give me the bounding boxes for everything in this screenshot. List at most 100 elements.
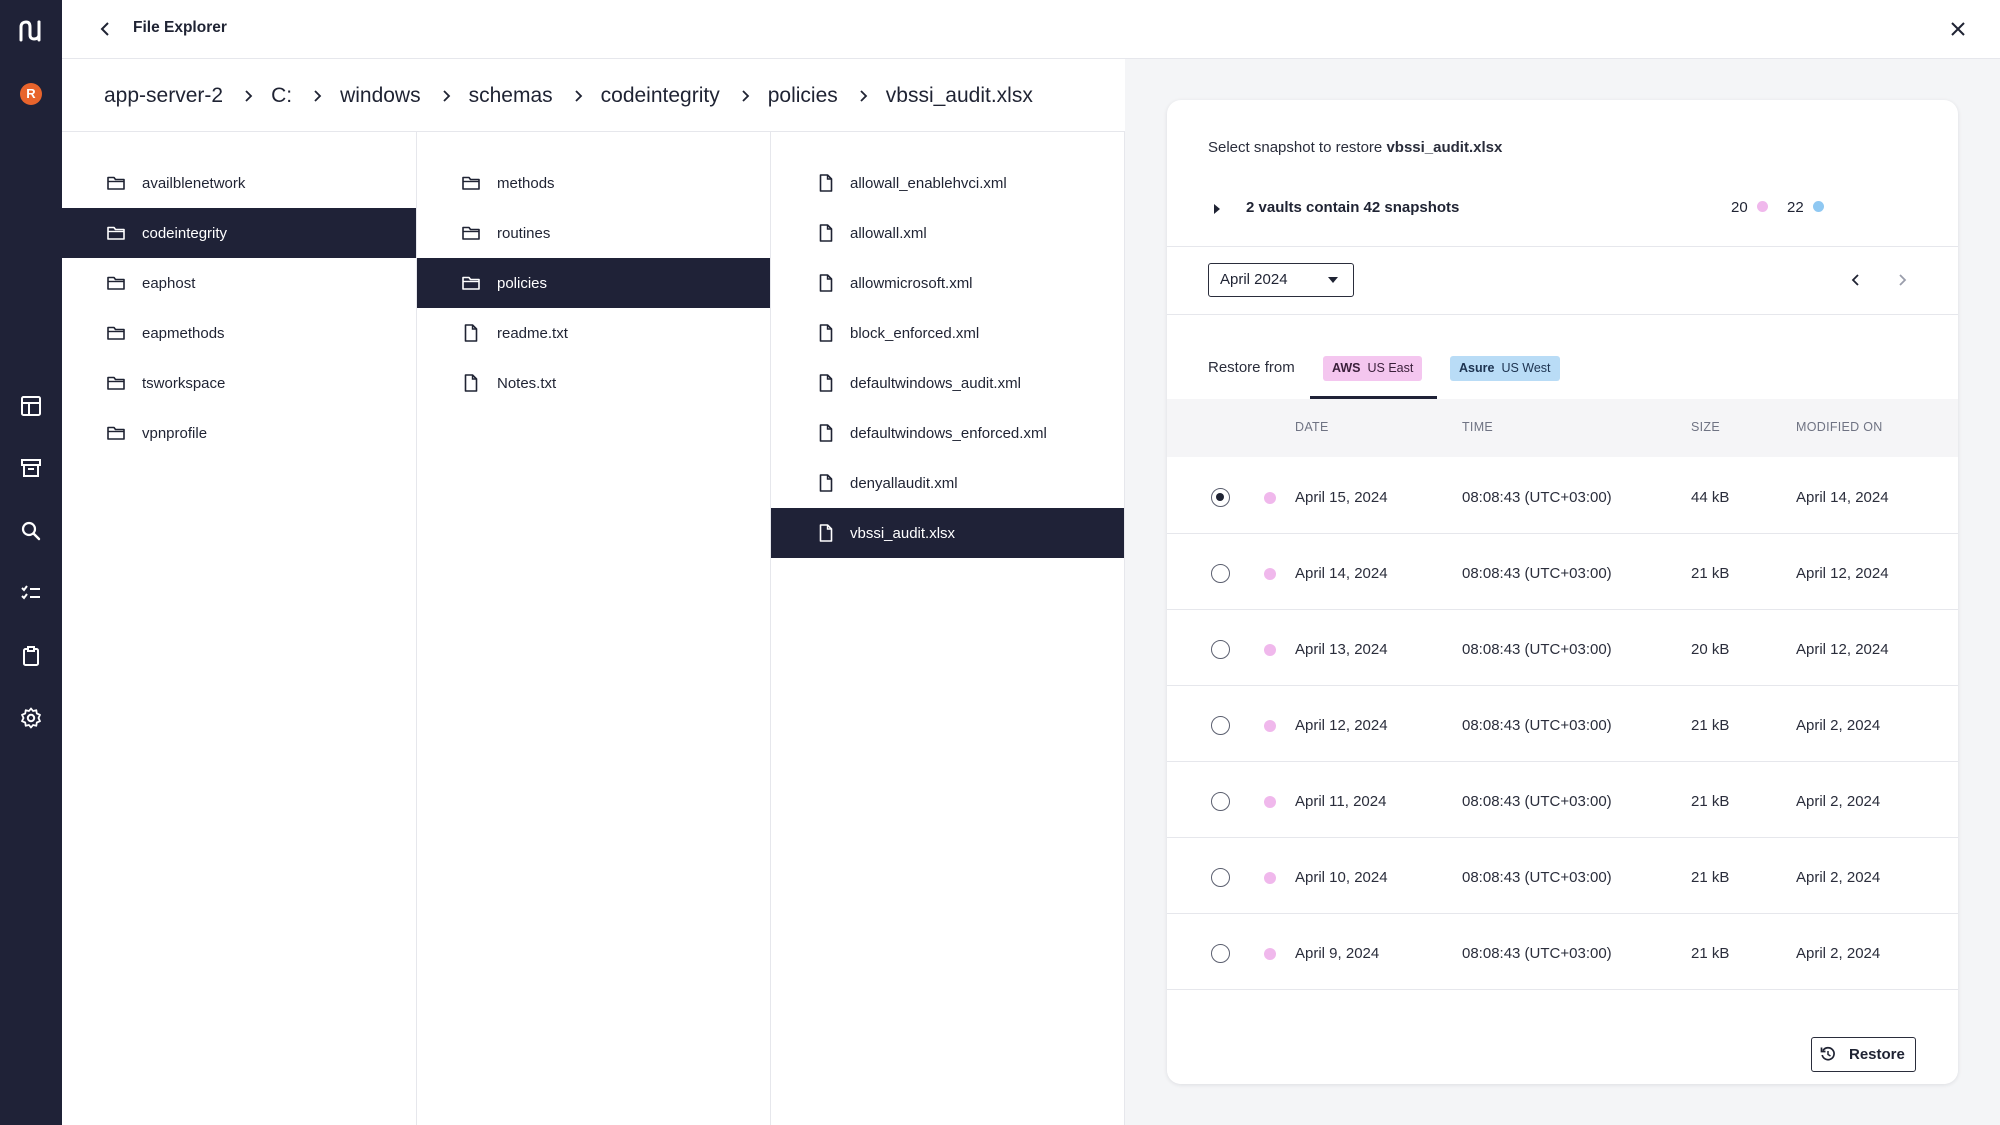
table-row[interactable]: April 14, 2024 08:08:43 (UTC+03:00) 21 k…: [1167, 534, 1958, 610]
file-icon: [464, 324, 478, 342]
snapshot-radio[interactable]: [1211, 792, 1230, 811]
list-item[interactable]: block_enforced.xml: [771, 308, 1124, 358]
checklist-icon[interactable]: [19, 581, 43, 605]
list-item[interactable]: eaphost: [62, 258, 416, 308]
snapshot-radio[interactable]: [1211, 944, 1230, 963]
table-row[interactable]: April 15, 2024 08:08:43 (UTC+03:00) 44 k…: [1167, 458, 1958, 534]
close-icon[interactable]: [1946, 17, 1970, 41]
list-item[interactable]: tsworkspace: [62, 358, 416, 408]
cell-modified: April 2, 2024: [1796, 717, 1881, 734]
snapshot-radio[interactable]: [1211, 564, 1230, 583]
breadcrumb-item[interactable]: policies: [768, 84, 838, 108]
table-row[interactable]: April 12, 2024 08:08:43 (UTC+03:00) 21 k…: [1167, 686, 1958, 762]
list-item-label: allowmicrosoft.xml: [850, 274, 973, 292]
brand-logo-icon[interactable]: [16, 18, 46, 44]
list-item[interactable]: defaultwindows_enforced.xml: [771, 408, 1124, 458]
month-select[interactable]: April 2024: [1208, 263, 1354, 297]
list-item[interactable]: allowall.xml: [771, 208, 1124, 258]
caret-right-icon[interactable]: [1207, 199, 1227, 219]
breadcrumb-item[interactable]: C:: [271, 84, 292, 108]
cell-time: 08:08:43 (UTC+03:00): [1462, 869, 1612, 886]
snapshot-radio[interactable]: [1211, 868, 1230, 887]
snapshot-radio[interactable]: [1211, 640, 1230, 659]
file-icon: [819, 474, 833, 492]
list-item-selected[interactable]: vbssi_audit.xlsx: [771, 508, 1124, 558]
cell-modified: April 14, 2024: [1796, 489, 1889, 506]
file-icon: [819, 174, 833, 192]
column-header-date[interactable]: DATE: [1295, 420, 1329, 434]
back-icon[interactable]: [94, 17, 118, 41]
cell-modified: April 2, 2024: [1796, 869, 1881, 886]
vault-color-dot: [1812, 201, 1824, 212]
list-item-selected[interactable]: policies: [417, 258, 770, 308]
avatar[interactable]: R: [20, 83, 42, 105]
file-icon: [819, 274, 833, 292]
month-select-value: April 2024: [1220, 271, 1288, 288]
divider: [1167, 314, 1958, 315]
tab-aws-us-east[interactable]: AWS US East: [1323, 356, 1423, 381]
table-row[interactable]: April 13, 2024 08:08:43 (UTC+03:00) 20 k…: [1167, 610, 1958, 686]
list-item-label: policies: [497, 274, 548, 292]
table-row[interactable]: April 10, 2024 08:08:43 (UTC+03:00) 21 k…: [1167, 838, 1958, 914]
list-item[interactable]: allowall_enablehvci.xml: [771, 158, 1124, 208]
chevron-right-icon[interactable]: [1891, 269, 1913, 291]
tab-provider: Asure: [1459, 361, 1495, 375]
chevron-left-icon[interactable]: [1845, 269, 1867, 291]
chevron-right-icon: [742, 90, 749, 102]
list-item-label: defaultwindows_enforced.xml: [850, 424, 1047, 442]
search-icon[interactable]: [19, 519, 43, 543]
vault-color-dot: [1264, 644, 1276, 656]
vault-color-dot: [1264, 796, 1276, 808]
table-row[interactable]: April 9, 2024 08:08:43 (UTC+03:00) 21 kB…: [1167, 914, 1958, 990]
breadcrumb-item[interactable]: windows: [340, 84, 421, 108]
list-item[interactable]: allowmicrosoft.xml: [771, 258, 1124, 308]
clipboard-icon[interactable]: [19, 644, 43, 668]
list-item[interactable]: methods: [417, 158, 770, 208]
column-header-size[interactable]: SIZE: [1691, 420, 1720, 434]
chevron-right-icon: [314, 90, 322, 102]
vault-color-dot: [1264, 872, 1276, 884]
chevron-right-icon: [575, 90, 582, 102]
list-item-label: vpnprofile: [142, 424, 208, 442]
breadcrumb-item[interactable]: codeintegrity: [601, 84, 720, 108]
breadcrumb-current[interactable]: vbssi_audit.xlsx: [886, 84, 1033, 108]
list-item[interactable]: availblenetwork: [62, 158, 416, 208]
cell-time: 08:08:43 (UTC+03:00): [1462, 945, 1612, 962]
column-header-time[interactable]: TIME: [1462, 420, 1493, 434]
cell-modified: April 12, 2024: [1796, 565, 1889, 582]
gear-icon[interactable]: [19, 706, 43, 730]
list-item[interactable]: defaultwindows_audit.xml: [771, 358, 1124, 408]
folder-icon: [107, 276, 125, 290]
list-item-label: codeintegrity: [142, 224, 228, 242]
breadcrumb-item[interactable]: schemas: [469, 84, 553, 108]
restore-button-label: Restore: [1849, 1046, 1905, 1063]
snapshot-radio[interactable]: [1211, 716, 1230, 735]
cell-size: 44 kB: [1691, 489, 1730, 506]
list-item[interactable]: denyallaudit.xml: [771, 458, 1124, 508]
list-item-selected[interactable]: codeintegrity: [62, 208, 416, 258]
cell-size: 21 kB: [1691, 565, 1730, 582]
folder-icon: [107, 226, 125, 240]
cell-date: April 12, 2024: [1295, 717, 1388, 734]
dashboard-icon[interactable]: [19, 394, 43, 418]
tab-region: US East: [1367, 361, 1414, 375]
snapshot-prompt-file: vbssi_audit.xlsx: [1386, 139, 1503, 156]
list-item[interactable]: vpnprofile: [62, 408, 416, 458]
list-item[interactable]: routines: [417, 208, 770, 258]
column-header-modified[interactable]: MODIFIED ON: [1796, 420, 1883, 434]
vault-count: 22: [1787, 199, 1824, 216]
list-item[interactable]: eapmethods: [62, 308, 416, 358]
archive-icon[interactable]: [19, 456, 43, 480]
table-row[interactable]: April 11, 2024 08:08:43 (UTC+03:00) 21 k…: [1167, 762, 1958, 838]
list-item-label: Notes.txt: [497, 374, 557, 392]
tab-provider: AWS: [1332, 361, 1361, 375]
breadcrumb: app-server-2 C: windows schemas codeinte…: [104, 80, 1033, 112]
list-item[interactable]: Notes.txt: [417, 358, 770, 408]
snapshot-radio[interactable]: [1211, 488, 1230, 507]
list-item[interactable]: readme.txt: [417, 308, 770, 358]
breadcrumb-item[interactable]: app-server-2: [104, 84, 223, 108]
divider: [1167, 246, 1958, 247]
list-item-label: defaultwindows_audit.xml: [850, 374, 1021, 392]
tab-asure-us-west[interactable]: Asure US West: [1450, 356, 1560, 381]
restore-button[interactable]: Restore: [1811, 1037, 1916, 1072]
